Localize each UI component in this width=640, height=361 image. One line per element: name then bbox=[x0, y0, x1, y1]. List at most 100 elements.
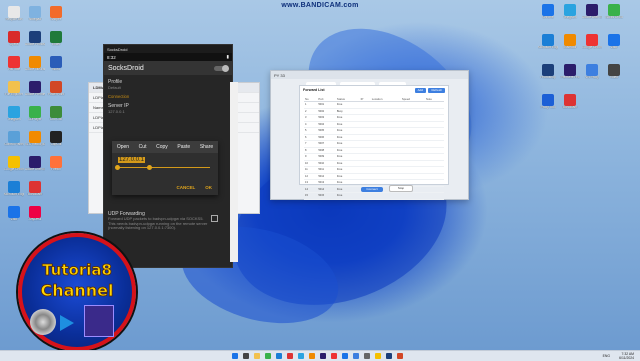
selection-handle-right[interactable] bbox=[147, 165, 152, 170]
server-ip-dialog[interactable]: Open Cut Copy Paste Share 127.0.0.1 CANC… bbox=[112, 141, 218, 195]
desktop-icon-label: Telegram bbox=[563, 16, 577, 19]
desktop-icon[interactable]: Bandicam bbox=[25, 181, 45, 197]
desktop-icon-label: VLC media player bbox=[25, 143, 45, 146]
app-icon bbox=[564, 94, 576, 106]
app-icon bbox=[608, 4, 620, 16]
menu-share[interactable]: Share bbox=[200, 144, 213, 150]
desktop-icon[interactable]: Adobe Premiere Pro bbox=[25, 81, 45, 97]
emulator-titlebar[interactable]: SocksDroid bbox=[104, 45, 232, 53]
desktop-icon[interactable]: Microsoft Edge bbox=[538, 34, 558, 50]
add-button[interactable]: Add bbox=[414, 88, 426, 93]
desktop-icon-label: CapCut bbox=[50, 143, 62, 146]
table-cell bbox=[400, 192, 425, 200]
taskbar-app-icon[interactable] bbox=[342, 353, 348, 359]
desktop-icon[interactable]: Illustrator bbox=[560, 34, 580, 50]
menu-copy[interactable]: Copy bbox=[156, 144, 168, 150]
desktop-icon[interactable]: Socks Droid bbox=[604, 4, 624, 20]
desktop-icon-label: Adobe Premiere Pro bbox=[25, 93, 45, 96]
menu-paste[interactable]: Paste bbox=[177, 144, 190, 150]
app-icon bbox=[8, 81, 20, 93]
desktop-icon[interactable]: Zalo bbox=[604, 34, 624, 50]
app-icon bbox=[50, 156, 62, 168]
software-box-icon bbox=[84, 305, 114, 337]
connect-button[interactable]: Connect bbox=[361, 187, 383, 192]
channel-logo: Tutoria8 Channel bbox=[18, 233, 136, 351]
taskbar-app-icon[interactable] bbox=[309, 353, 315, 359]
taskbar-app-icon[interactable] bbox=[386, 353, 392, 359]
desktop-icon[interactable]: VN Proxy bbox=[582, 64, 602, 80]
taskbar-app-icon[interactable] bbox=[320, 353, 326, 359]
menu-open[interactable]: Open bbox=[117, 144, 129, 150]
taskbar-app-icon[interactable] bbox=[331, 353, 337, 359]
desktop-icon[interactable]: Proxy Tool bbox=[538, 94, 558, 110]
desktop-icon[interactable]: Google Chrome bbox=[582, 34, 602, 50]
stop-button[interactable]: Stop bbox=[389, 185, 413, 192]
udp-forwarding-checkbox[interactable] bbox=[211, 215, 218, 222]
taskbar-app-icon[interactable] bbox=[265, 353, 271, 359]
desktop-icon[interactable]: Video bbox=[604, 64, 624, 80]
desktop-icon[interactable]: Telegram bbox=[4, 106, 24, 122]
desktop-icon[interactable]: Adobe After Effects bbox=[25, 156, 45, 172]
desktop-icon[interactable]: Opera bbox=[4, 31, 24, 47]
desktop-icon[interactable]: Control Panel bbox=[4, 131, 24, 147]
taskbar-app-icon[interactable] bbox=[254, 353, 260, 359]
desktop-icon[interactable]: Excel bbox=[46, 31, 66, 47]
desktop-icon[interactable]: File Explorer bbox=[4, 81, 24, 97]
refresh-button[interactable]: Refresh bbox=[428, 88, 445, 93]
desktop-icon[interactable]: Coc Coc bbox=[46, 106, 66, 122]
table-row[interactable]: 15 5015 Free bbox=[304, 192, 444, 200]
desktop-icon-label: Microsoft Edge bbox=[4, 193, 24, 196]
taskbar-app-icon[interactable] bbox=[276, 353, 282, 359]
desktop-icon[interactable]: Firefox bbox=[46, 156, 66, 172]
proxy-titlebar[interactable]: PY 33 bbox=[271, 71, 468, 79]
desktop-icon[interactable]: PowerPoint bbox=[46, 81, 66, 97]
desktop-icon[interactable]: Adobe After Effects bbox=[582, 4, 602, 20]
taskbar-app-icon[interactable] bbox=[375, 353, 381, 359]
desktop-icon[interactable]: YouTube bbox=[4, 56, 24, 72]
desktop-icon[interactable]: Notepad bbox=[25, 6, 45, 22]
proxy-app-window[interactable]: PY 33 Still Have Local Proxy Local IP Fo… bbox=[270, 70, 469, 200]
app-icon bbox=[8, 31, 20, 43]
desktop-icon[interactable]: Telegram bbox=[560, 4, 580, 20]
dialog-actions: CANCEL OK bbox=[177, 185, 213, 190]
cancel-button[interactable]: CANCEL bbox=[177, 185, 196, 190]
desktop-icon[interactable]: Microsoft Edge bbox=[4, 181, 24, 197]
server-ip-input[interactable]: 127.0.0.1 bbox=[118, 157, 210, 168]
desktop-icon[interactable]: Bandicam bbox=[560, 94, 580, 110]
taskbar-app-icon[interactable] bbox=[298, 353, 304, 359]
app-icon bbox=[8, 6, 20, 18]
selection-handle-left[interactable] bbox=[115, 165, 120, 170]
taskbar-clock[interactable]: 7:32 AM 6/11/2024 bbox=[619, 352, 634, 360]
desktop-icon[interactable]: Adobe Photoshop bbox=[25, 31, 45, 47]
taskbar-app-icon[interactable] bbox=[232, 353, 238, 359]
desktop-icon[interactable]: Word bbox=[46, 56, 66, 72]
taskbar-app-icon[interactable] bbox=[397, 353, 403, 359]
desktop-icon[interactable]: Zalo bbox=[4, 206, 24, 222]
ok-button[interactable]: OK bbox=[205, 185, 212, 190]
desktop-icon[interactable]: Recycle Bin bbox=[4, 6, 24, 22]
menu-cut[interactable]: Cut bbox=[139, 144, 147, 150]
vpn-toggle[interactable] bbox=[214, 64, 229, 72]
desktop-icon[interactable]: Premiere Pro bbox=[560, 64, 580, 80]
desktop-icon[interactable]: VLC media player bbox=[25, 131, 45, 147]
desktop-icon[interactable]: Google Chrome bbox=[4, 156, 24, 172]
emulator-side-toolbar[interactable] bbox=[230, 82, 238, 262]
desktop-icon[interactable]: Adobe Illustrator bbox=[25, 56, 45, 72]
taskbar-app-icon[interactable] bbox=[243, 353, 249, 359]
battery-icon: ▮ bbox=[226, 54, 229, 59]
desktop-icon[interactable]: LDPlayer bbox=[25, 106, 45, 122]
desktop-icon[interactable]: Shopee bbox=[46, 6, 66, 22]
desktop-icon[interactable]: CapCut bbox=[46, 131, 66, 147]
disc-icon bbox=[30, 309, 56, 335]
taskbar-app-icon[interactable] bbox=[364, 353, 370, 359]
desktop-icon[interactable]: Photoshop bbox=[538, 64, 558, 80]
app-icon bbox=[50, 56, 62, 68]
desktop-icon-label: Excel bbox=[52, 43, 60, 46]
desktop-icon[interactable]: AnyDesk bbox=[25, 206, 45, 222]
taskbar-app-icon[interactable] bbox=[287, 353, 293, 359]
app-icon bbox=[564, 34, 576, 46]
desktop-icon-label: Shopee bbox=[50, 18, 62, 21]
language-indicator[interactable]: ENG bbox=[603, 354, 610, 358]
desktop-icon[interactable]: Chrome bbox=[538, 4, 558, 20]
taskbar-app-icon[interactable] bbox=[353, 353, 359, 359]
